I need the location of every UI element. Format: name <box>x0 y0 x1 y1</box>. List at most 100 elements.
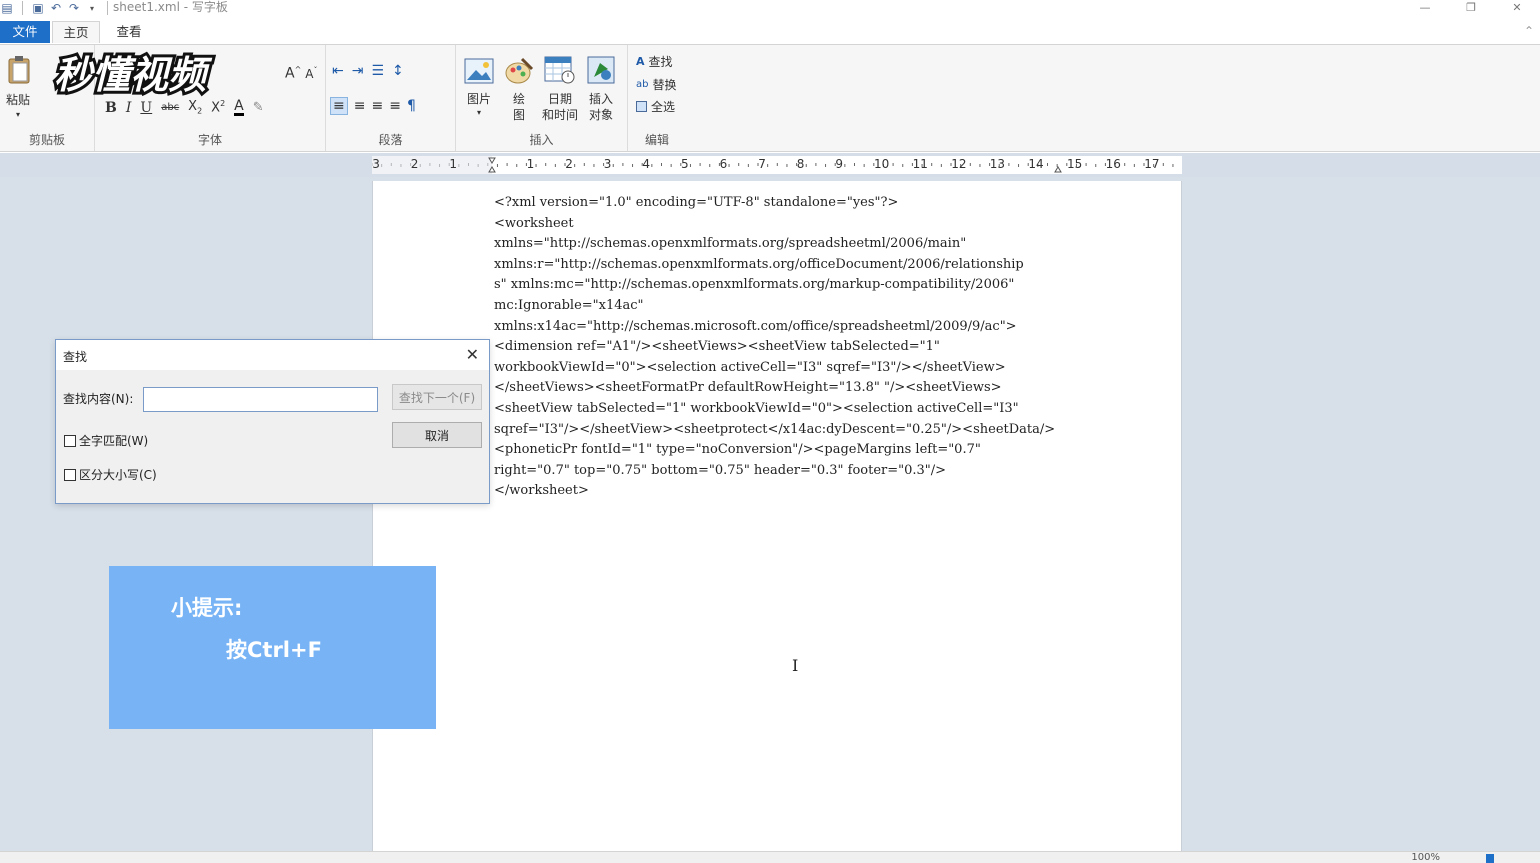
document-line: <phoneticPr fontId="1" type="noConversio… <box>494 442 981 458</box>
document-text[interactable]: <?xml version="1.0" encoding="UTF-8" sta… <box>494 193 1094 502</box>
strikethrough-icon[interactable]: abc <box>161 102 179 113</box>
find-next-button[interactable]: 查找下一个(F) <box>392 384 482 410</box>
tip-title: 小提示: <box>171 596 243 620</box>
replace-button[interactable]: ab 替换 <box>636 76 677 93</box>
ruler-label: 6 <box>719 157 728 171</box>
datetime-button[interactable] <box>544 55 576 85</box>
tab-home[interactable]: 主页 <box>52 21 100 43</box>
restore-icon[interactable]: ❐ <box>1448 0 1494 14</box>
select-all-button[interactable]: 全选 <box>636 98 675 115</box>
paint-icon <box>505 57 534 84</box>
zoom-slider[interactable] <box>1486 854 1494 863</box>
group-label-paragraph: 段落 <box>378 133 403 147</box>
match-case-checkbox[interactable]: 区分大小写(C) <box>64 466 157 483</box>
shrink-font-icon[interactable]: Aˇ <box>305 66 317 81</box>
insert-object-button[interactable] <box>586 55 616 85</box>
align-right-icon[interactable]: ≡ <box>371 98 383 114</box>
dialog-title: 查找 <box>63 350 88 364</box>
match-whole-word-checkbox[interactable]: 全字匹配(W) <box>64 432 148 449</box>
save-icon[interactable]: ▣ <box>31 1 45 15</box>
paste-button[interactable] <box>6 55 32 85</box>
select-all-icon <box>636 101 647 112</box>
document-line: <sheetView tabSelected="1" workbookViewI… <box>494 400 1019 416</box>
watermark-logo: 秒懂视频 <box>51 50 216 100</box>
replace-icon: ab <box>636 79 649 90</box>
group-label-clipboard: 剪贴板 <box>28 133 65 147</box>
find-button[interactable]: A 查找 <box>636 53 673 70</box>
app-icon[interactable]: ▤ <box>0 1 14 15</box>
document-line: right="0.7" top="0.75" bottom="0.75" hea… <box>494 462 947 478</box>
tab-view[interactable]: 查看 <box>106 21 152 43</box>
decrease-indent-icon[interactable]: ⇤ <box>332 63 344 79</box>
document-line: <dimension ref="A1"/><sheetViews><sheetV… <box>494 339 940 355</box>
ruler-label: 10 <box>874 157 890 171</box>
minimize-icon[interactable]: — <box>1402 0 1448 14</box>
zoom-level: 100% <box>1411 852 1440 863</box>
paragraph-settings-icon[interactable]: ¶ <box>407 98 416 114</box>
tab-file[interactable]: 文件 <box>0 21 50 43</box>
ruler-label: 5 <box>681 157 689 171</box>
find-what-label: 查找内容(N): <box>63 392 134 406</box>
clipboard-icon <box>8 56 30 84</box>
calendar-clock-icon <box>544 56 575 84</box>
collapse-ribbon-icon[interactable]: ⌃ <box>1524 24 1534 38</box>
ruler-label: 1 <box>449 157 458 171</box>
picture-button[interactable] <box>464 57 494 85</box>
close-window-icon[interactable]: ✕ <box>1494 0 1540 14</box>
document-line: xmlns:r="http://schemas.openxmlformats.o… <box>494 256 1024 272</box>
line-spacing-icon[interactable]: ↕ <box>392 63 404 79</box>
ruler-label: 17 <box>1144 157 1160 171</box>
datetime-label-line2: 和时间 <box>541 108 578 122</box>
checkbox-box <box>64 434 76 447</box>
document-line: xmlns:x14ac="http://schemas.microsoft.co… <box>494 318 1017 334</box>
paste-label: 粘贴 <box>5 93 30 107</box>
picture-dropdown-icon[interactable]: ▾ <box>472 105 486 121</box>
window-controls: — ❐ ✕ <box>1402 0 1540 14</box>
divider <box>107 1 108 15</box>
customize-qat-icon[interactable]: ▾ <box>85 1 99 15</box>
insert-object-label-line2: 对象 <box>588 108 613 122</box>
watermark-text: 秒懂视频 <box>54 53 213 97</box>
ruler-labels: 3 2 1 1 2 3 4 5 6 7 8 9 10 11 12 13 14 15 16 17 <box>372 156 1182 174</box>
ruler-label: 11 <box>912 157 928 171</box>
ruler-label: 7 <box>758 157 766 171</box>
picture-icon <box>464 58 494 84</box>
group-paragraph: ⇤ ⇥ ☰ ↕ ≡ ≡ ≡ ≡ ¶ 段落 <box>326 45 456 151</box>
document-line: <?xml version="1.0" encoding="UTF-8" sta… <box>494 195 899 210</box>
match-case-label: 区分大小写(C) <box>79 468 157 482</box>
document-line: workbookViewId="0"><selection activeCell… <box>494 359 1006 375</box>
dialog-title-bar[interactable]: 查找 ✕ <box>56 340 489 370</box>
ruler-label: 1 <box>526 157 535 171</box>
align-center-icon[interactable]: ≡ <box>354 98 366 114</box>
match-whole-word-label: 全字匹配(W) <box>79 434 149 448</box>
ruler-label: 15 <box>1067 157 1083 171</box>
document-line: xmlns="http://schemas.openxmlformats.org… <box>494 236 967 252</box>
ruler-label: 14 <box>1028 157 1044 171</box>
find-icon: A <box>636 55 645 68</box>
redo-icon[interactable]: ↷ <box>67 1 81 15</box>
cancel-button[interactable]: 取消 <box>392 422 482 448</box>
paste-dropdown-icon[interactable]: ▾ <box>10 107 26 123</box>
increase-indent-icon[interactable]: ⇥ <box>352 63 364 79</box>
title-bar: ▤ ▣ ↶ ↷ ▾ sheet1.xml - 写字板 — ❐ ✕ <box>0 0 1540 18</box>
ruler-label: 4 <box>642 157 651 171</box>
status-bar: 100% <box>0 851 1540 863</box>
justify-icon[interactable]: ≡ <box>389 98 401 114</box>
highlight-icon[interactable]: ✎ <box>253 100 264 115</box>
ruler-label: 13 <box>989 157 1006 171</box>
ribbon-tabs: 文件 主页 查看 ⌃ <box>0 20 1540 44</box>
align-left-icon[interactable]: ≡ <box>330 97 348 115</box>
paint-button[interactable] <box>504 55 534 85</box>
bullet-list-icon[interactable]: ☰ <box>371 63 384 79</box>
ruler[interactable]: 3 2 1 1 2 3 4 5 6 7 8 9 10 11 12 13 14 15 16 17 <box>372 156 1182 174</box>
text-cursor-icon: I <box>792 656 799 675</box>
close-icon[interactable]: ✕ <box>466 345 479 364</box>
group-label-editing: 编辑 <box>644 133 669 147</box>
ruler-label: 12 <box>951 157 967 171</box>
group-label-insert: 插入 <box>529 133 554 147</box>
window-title: sheet1.xml - 写字板 <box>113 0 228 14</box>
replace-label: 替换 <box>652 78 677 92</box>
undo-icon[interactable]: ↶ <box>49 1 63 15</box>
divider <box>22 1 23 15</box>
find-what-input[interactable] <box>143 387 378 412</box>
